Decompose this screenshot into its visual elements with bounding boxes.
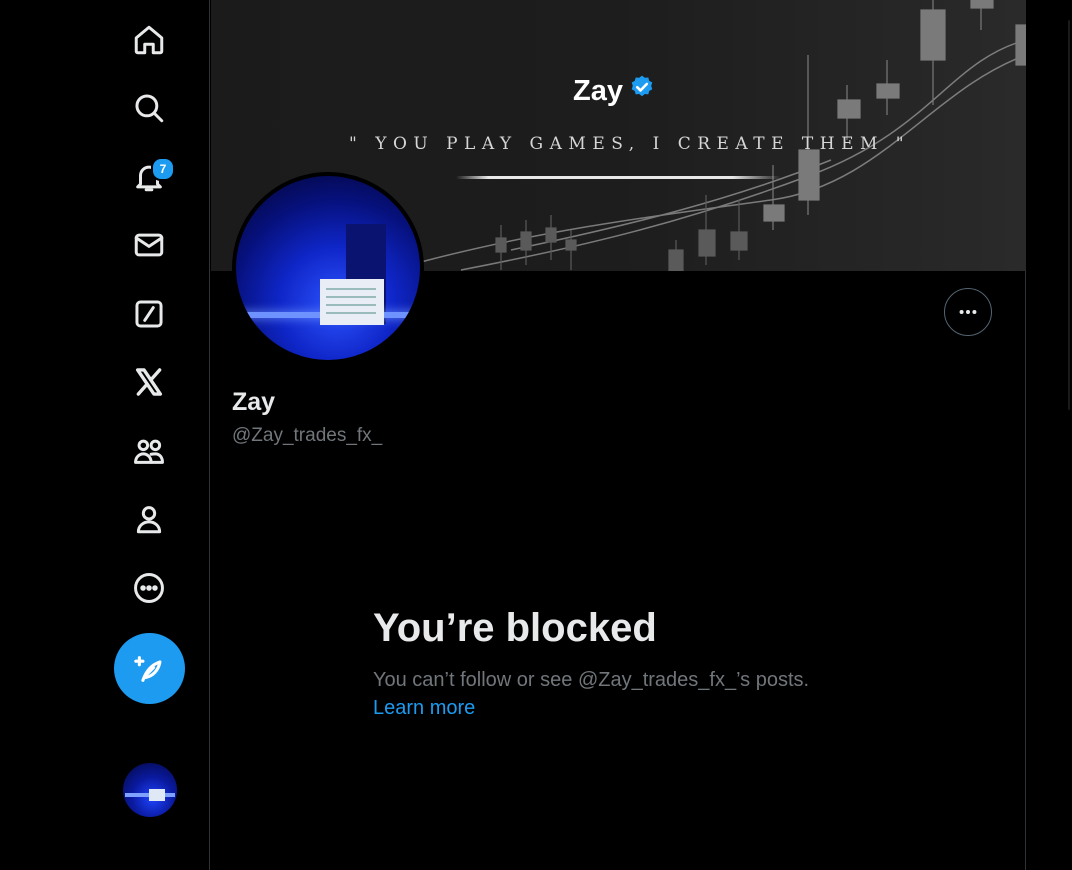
nav-messages[interactable] bbox=[116, 217, 182, 273]
banner-underline bbox=[456, 176, 781, 179]
learn-more-link[interactable]: Learn more bbox=[373, 697, 475, 720]
nav-more[interactable] bbox=[116, 560, 182, 616]
grok-slash-icon bbox=[135, 300, 163, 328]
banner-title: Zay bbox=[573, 74, 655, 108]
account-avatar[interactable] bbox=[123, 763, 177, 817]
profile-avatar[interactable] bbox=[232, 172, 424, 364]
notification-count-badge: 7 bbox=[151, 157, 175, 181]
banner-quote: " YOU PLAY GAMES, I CREATE THEM " bbox=[349, 134, 911, 154]
feather-plus-icon bbox=[133, 655, 161, 682]
more-dots-icon bbox=[959, 309, 977, 315]
nav-home[interactable] bbox=[116, 12, 182, 68]
nav-notifications[interactable]: 7 bbox=[116, 149, 182, 205]
blocked-title: You’re blocked bbox=[373, 606, 657, 650]
nav-grok[interactable] bbox=[116, 286, 182, 342]
envelope-icon bbox=[134, 233, 164, 257]
search-icon bbox=[135, 94, 164, 123]
people-icon bbox=[134, 439, 164, 464]
profile-column: Zay " YOU PLAY GAMES, I CREATE THEM " Za… bbox=[211, 0, 1026, 870]
nav-communities[interactable] bbox=[116, 423, 182, 479]
compose-post-button[interactable] bbox=[114, 633, 185, 704]
nav-profile[interactable] bbox=[116, 491, 182, 547]
nav-explore[interactable] bbox=[116, 80, 182, 136]
verified-badge-icon bbox=[629, 74, 655, 108]
window-edge bbox=[1068, 20, 1070, 410]
profile-display-name: Zay bbox=[232, 388, 276, 416]
profile-more-button[interactable] bbox=[944, 288, 992, 336]
blocked-description: You can’t follow or see @Zay_trades_fx_’… bbox=[373, 669, 810, 691]
profile-handle: @Zay_trades_fx_ bbox=[232, 425, 383, 446]
x-logo-icon bbox=[135, 368, 163, 396]
home-icon bbox=[134, 25, 164, 55]
app-window: 7 Zay " YOU PLAY GAMES, I CREATE THEM " … bbox=[0, 0, 1072, 870]
side-navigation: 7 bbox=[0, 0, 210, 870]
more-circle-icon bbox=[134, 573, 164, 603]
nav-premium[interactable] bbox=[116, 354, 182, 410]
person-icon bbox=[136, 506, 162, 534]
